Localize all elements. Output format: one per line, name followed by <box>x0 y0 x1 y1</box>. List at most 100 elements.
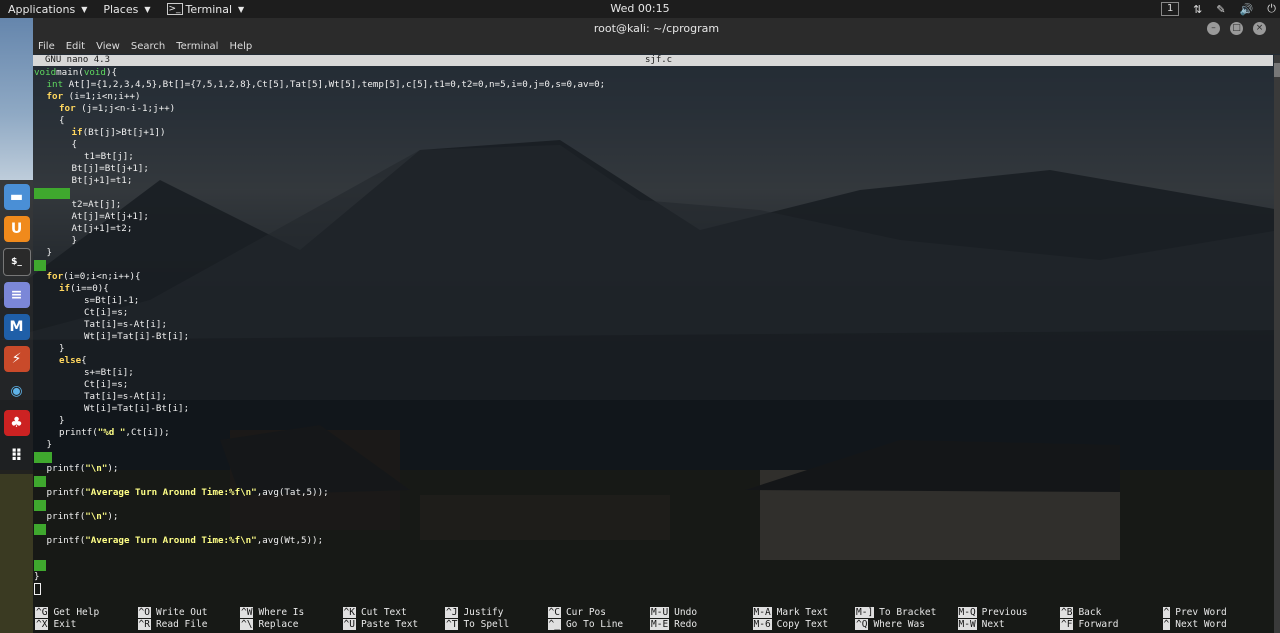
trailing-whitespace-highlight <box>34 475 46 487</box>
code-token: Ct[i]=s; <box>84 379 129 390</box>
code-line: printf("\n"); <box>47 511 119 523</box>
top-panel: Applications ▼ Places ▼ >_ Terminal ▼ We… <box>0 0 1280 18</box>
code-token: { <box>111 67 118 78</box>
menu-help[interactable]: Help <box>229 40 252 54</box>
armitage-icon[interactable]: ⚡ <box>3 346 30 372</box>
shortcut-label: Prev Word <box>1175 607 1227 618</box>
shortcut-key: ^W <box>240 607 254 618</box>
code-token: for <box>46 271 64 282</box>
pen-icon[interactable]: ✎ <box>1216 3 1225 16</box>
code-line: for (j=1;j<n-i-1;j++) <box>59 103 175 115</box>
network-icon[interactable]: ⇅ <box>1193 3 1202 16</box>
text-editor-icon[interactable]: ≡ <box>3 282 30 308</box>
shortcut-label: Where Was <box>873 619 925 630</box>
code-line: { <box>72 139 78 151</box>
shortcut-label: Justify <box>463 607 504 618</box>
shortcut-previous: M-Q Previous <box>957 607 1027 619</box>
code-token: ); <box>107 463 119 474</box>
code-token: Wt[i]=Tat[i]-Bt[i]; <box>84 331 190 342</box>
shortcut-key: ^U <box>342 619 356 630</box>
system-tray: 1 ⇅ ✎ 🔊 ⏻ <box>1161 0 1276 18</box>
close-icon[interactable]: × <box>1253 22 1266 35</box>
workspace-indicator[interactable]: 1 <box>1161 2 1180 16</box>
code-token: t2=At[j]; <box>71 199 122 210</box>
code-editor[interactable]: voidmain(void){int At[]={1,2,3,4,5},Bt[]… <box>33 67 1273 607</box>
code-token: Tat[i]=s-At[i]; <box>84 319 167 330</box>
minimize-icon[interactable]: – <box>1207 22 1220 35</box>
applications-label: Applications <box>8 2 76 16</box>
volume-icon[interactable]: 🔊 <box>1240 3 1254 16</box>
shortcut-next: M-W Next <box>957 619 1005 631</box>
code-token: void <box>83 67 106 78</box>
clock[interactable]: Wed 00:15 <box>610 2 669 15</box>
eye-icon[interactable]: ◉ <box>4 378 30 404</box>
shortcut-exit: ^X Exit <box>35 619 76 631</box>
shortcut-forward: ^F Forward <box>1060 619 1119 631</box>
shortcut-label: Back <box>1078 607 1102 618</box>
code-line: At[j]=At[j+1]; <box>72 211 149 223</box>
shortcut-key: ^X <box>35 619 49 630</box>
shortcut-prev-word: ^ Prev Word <box>1162 607 1227 619</box>
trailing-whitespace-highlight <box>34 451 52 463</box>
code-line: for (i=1;i<n;i++) <box>47 91 141 103</box>
cherrytree-icon[interactable]: ♣ <box>3 410 30 436</box>
power-icon[interactable]: ⏻ <box>1267 2 1276 16</box>
places-menu[interactable]: Places ▼ <box>95 0 158 18</box>
code-line: s+=Bt[i]; <box>84 367 134 379</box>
nano-header: GNU nano 4.3 sjf.c <box>33 55 1273 66</box>
shortcut-key: M-W <box>957 619 977 630</box>
code-token: "Average Turn Around Time:%f\n" <box>85 487 257 498</box>
shortcut-label: Forward <box>1078 619 1119 630</box>
window-titlebar[interactable]: root@kali: ~/cprogram – □ × <box>33 18 1280 40</box>
menu-terminal[interactable]: Terminal <box>176 40 218 54</box>
code-token: "\n" <box>85 511 108 522</box>
shortcut-key: ^ <box>1162 607 1171 618</box>
shortcut-to-bracket: M-] To Bracket <box>855 607 936 619</box>
code-line: Tat[i]=s-At[i]; <box>84 391 167 403</box>
shortcut-label: Exit <box>53 619 77 630</box>
shortcut-key: ^_ <box>547 619 561 630</box>
code-token: ); <box>107 511 119 522</box>
trailing-whitespace-highlight <box>34 523 46 535</box>
code-line: printf("%d ",Ct[i]); <box>59 427 170 439</box>
code-token: ,avg(Tat,5)); <box>256 487 329 498</box>
code-token: } <box>71 235 78 246</box>
shortcut-copy-text: M-6 Copy Text <box>752 619 828 631</box>
metasploit-icon[interactable]: M <box>3 314 30 340</box>
shortcut-label: Redo <box>674 619 698 630</box>
shortcut-key: ^\ <box>240 619 254 630</box>
maximize-icon[interactable]: □ <box>1230 22 1243 35</box>
shortcut-redo: M-E Redo <box>650 619 697 631</box>
shortcut-get-help: ^G Get Help <box>35 607 99 619</box>
code-line: s=Bt[i]-1; <box>84 295 139 307</box>
code-token: Bt[j+1]=t1; <box>71 175 133 186</box>
code-token: (j=1;j<n-i-1;j++) <box>75 103 176 114</box>
code-token: Ct[i]=s; <box>84 307 129 318</box>
code-line: Bt[j]=Bt[j+1]; <box>72 163 149 175</box>
applications-menu[interactable]: Applications ▼ <box>0 0 95 18</box>
terminal-icon[interactable]: $_ <box>2 248 31 276</box>
burpsuite-icon[interactable]: U <box>3 216 30 242</box>
code-line: { <box>59 115 65 127</box>
trailing-whitespace-highlight <box>34 259 46 271</box>
shortcut-key: ^R <box>137 619 151 630</box>
menu-search[interactable]: Search <box>131 40 165 54</box>
files-icon[interactable]: ▬ <box>3 184 30 210</box>
scrollbar[interactable] <box>1274 55 1280 633</box>
code-token: { <box>71 139 78 150</box>
dock: ▬ U $_ ≡ M ⚡ ◉ ♣ ⠿ <box>0 180 33 474</box>
code-line: Ct[i]=s; <box>84 307 128 319</box>
scrollbar-thumb[interactable] <box>1274 63 1280 77</box>
code-line: } <box>59 343 65 355</box>
menu-file[interactable]: File <box>38 40 55 54</box>
shortcut-where-is: ^W Where Is <box>240 607 304 619</box>
shortcut-label: Where Is <box>258 607 305 618</box>
menu-view[interactable]: View <box>96 40 120 54</box>
menu-edit[interactable]: Edit <box>66 40 85 54</box>
code-token: printf( <box>46 463 86 474</box>
app-grid-icon[interactable]: ⠿ <box>4 442 30 468</box>
chevron-down-icon: ▼ <box>144 4 151 14</box>
terminal-app-menu[interactable]: >_ Terminal ▼ <box>159 0 253 18</box>
shortcut-label: Next <box>981 619 1005 630</box>
shortcut-replace: ^\ Replace <box>240 619 299 631</box>
